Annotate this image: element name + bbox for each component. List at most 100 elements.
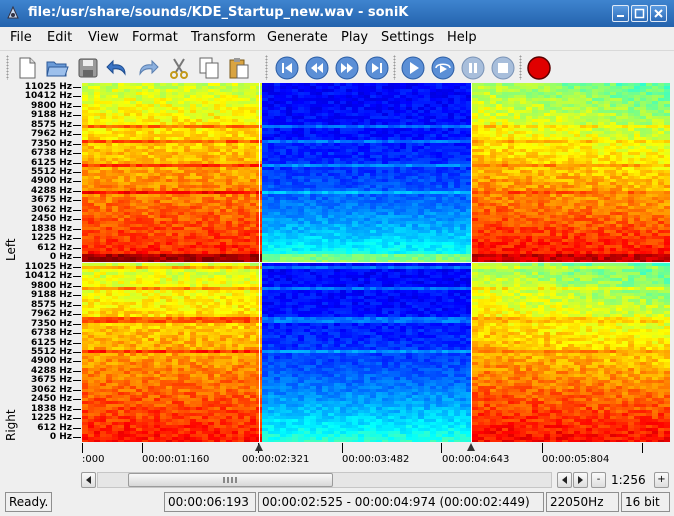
title-bar: file:/usr/share/sounds/KDE_Startup_new.w… bbox=[0, 0, 674, 27]
timeline-tick bbox=[642, 443, 643, 453]
arrow-right-icon bbox=[578, 476, 583, 484]
copy-button[interactable] bbox=[196, 55, 222, 81]
paste-button[interactable] bbox=[226, 55, 252, 81]
frequency-tick-mark bbox=[73, 257, 81, 258]
skip-to-start-button[interactable] bbox=[274, 55, 300, 81]
frequency-tick-mark bbox=[73, 172, 81, 173]
frequency-tick-mark bbox=[73, 219, 81, 221]
skip-to-start-icon bbox=[275, 56, 299, 80]
scroll-back-button[interactable] bbox=[557, 472, 572, 488]
maximize-icon bbox=[634, 8, 645, 19]
selection-boundary[interactable] bbox=[471, 263, 472, 442]
play-button[interactable] bbox=[400, 55, 426, 81]
frequency-tick-mark bbox=[73, 162, 81, 164]
zoom-level: 1:256 bbox=[611, 473, 646, 487]
frequency-tick-mark bbox=[73, 105, 81, 107]
save-icon bbox=[78, 58, 98, 78]
menu-settings[interactable]: Settings bbox=[381, 30, 434, 45]
timeline-label: 00:00:03:482 bbox=[342, 454, 410, 465]
zoom-in-button[interactable]: + bbox=[654, 472, 669, 488]
close-button[interactable] bbox=[650, 5, 667, 22]
timeline-tick bbox=[542, 443, 543, 453]
frequency-tick-mark bbox=[73, 238, 81, 240]
frequency-tick-mark bbox=[73, 389, 81, 391]
selection-boundary[interactable] bbox=[259, 263, 260, 442]
frequency-tick-mark bbox=[73, 295, 81, 297]
menu-help[interactable]: Help bbox=[447, 30, 477, 45]
spectrogram-area: Left Right 11025 Hz 10412 Hz 9800 Hz 9188 H… bbox=[0, 83, 674, 443]
toolbar-grip[interactable] bbox=[519, 55, 522, 80]
frequency-tick-mark bbox=[73, 323, 81, 325]
minimize-button[interactable] bbox=[612, 5, 629, 22]
spectrogram-right-channel[interactable] bbox=[82, 263, 670, 442]
menu-view[interactable]: View bbox=[88, 30, 119, 45]
undo-icon bbox=[106, 59, 126, 76]
skip-to-end-button[interactable] bbox=[364, 55, 390, 81]
open-button[interactable] bbox=[44, 55, 70, 81]
timeline-label: 00:00:02:321 bbox=[242, 454, 310, 465]
frequency-tick-label: 6738 Hz bbox=[31, 148, 72, 159]
undo-button[interactable] bbox=[104, 55, 130, 81]
play-loop-icon bbox=[431, 56, 455, 80]
pause-button[interactable] bbox=[460, 55, 486, 81]
frequency-tick-mark bbox=[73, 399, 81, 401]
rewind-button[interactable] bbox=[304, 55, 330, 81]
menu-play[interactable]: Play bbox=[341, 30, 368, 45]
maximize-button[interactable] bbox=[631, 5, 648, 22]
skip-to-end-icon bbox=[365, 56, 389, 80]
status-length: 00:00:06:193 bbox=[164, 492, 256, 512]
zoom-out-button[interactable]: - bbox=[591, 472, 606, 488]
record-button[interactable] bbox=[526, 55, 552, 81]
toolbar-grip[interactable] bbox=[393, 55, 396, 80]
toolbar-grip[interactable] bbox=[265, 55, 268, 80]
frequency-tick-label: 0 Hz bbox=[49, 252, 72, 262]
window-title: file:/usr/share/sounds/KDE_Startup_new.w… bbox=[28, 5, 409, 20]
frequency-tick-label: 7962 Hz bbox=[31, 309, 72, 320]
menu-file[interactable]: File bbox=[10, 30, 32, 45]
frequency-tick-mark bbox=[73, 276, 81, 278]
frequency-tick-label: 9188 Hz bbox=[31, 290, 72, 301]
scrollbar-thumb[interactable] bbox=[128, 473, 333, 487]
selection-marker[interactable] bbox=[255, 443, 263, 451]
menu-transform[interactable]: Transform bbox=[191, 30, 256, 45]
scroll-forward-button[interactable] bbox=[573, 472, 588, 488]
frequency-tick-mark bbox=[73, 437, 81, 438]
frequency-tick-mark bbox=[73, 143, 81, 145]
frequency-tick-mark bbox=[73, 153, 81, 155]
fast-forward-button[interactable] bbox=[334, 55, 360, 81]
scroll-zoom-row: - 1:256 + bbox=[0, 470, 674, 490]
play-icon bbox=[401, 56, 425, 80]
status-sample-rate: 22050Hz bbox=[546, 492, 619, 512]
selection-marker[interactable] bbox=[467, 443, 475, 451]
frequency-tick-mark bbox=[73, 181, 81, 183]
save-button[interactable] bbox=[75, 55, 101, 81]
redo-button[interactable] bbox=[135, 55, 161, 81]
play-loop-button[interactable] bbox=[430, 55, 456, 81]
menu-format[interactable]: Format bbox=[132, 30, 178, 45]
cut-button[interactable] bbox=[166, 55, 192, 81]
frequency-tick-label: 3675 Hz bbox=[31, 195, 72, 206]
menu-bar: File Edit View Format Transform Generate… bbox=[0, 27, 674, 49]
timeline-ruler[interactable]: :000 00:00:01:160 00:00:02:321 00:00:03:482… bbox=[82, 443, 670, 468]
horizontal-scrollbar[interactable] bbox=[97, 472, 552, 488]
menu-generate[interactable]: Generate bbox=[267, 30, 328, 45]
paste-icon bbox=[229, 58, 249, 79]
frequency-tick-mark bbox=[73, 352, 81, 353]
frequency-tick-mark bbox=[73, 427, 81, 429]
toolbar-grip[interactable] bbox=[6, 55, 9, 80]
stop-button[interactable] bbox=[490, 55, 516, 81]
minimize-icon bbox=[617, 15, 624, 17]
redo-icon bbox=[139, 59, 159, 76]
selection-boundary[interactable] bbox=[259, 83, 260, 262]
new-button[interactable] bbox=[14, 55, 40, 81]
frequency-tick-mark bbox=[73, 228, 81, 230]
timeline-tick bbox=[82, 443, 83, 453]
menu-edit[interactable]: Edit bbox=[47, 30, 72, 45]
frequency-tick-mark bbox=[73, 190, 81, 192]
spectrogram-left-channel[interactable] bbox=[82, 83, 670, 262]
selection-boundary[interactable] bbox=[471, 83, 472, 262]
frequency-tick-mark bbox=[73, 267, 81, 268]
scroll-left-button[interactable] bbox=[81, 472, 96, 488]
frequency-tick-label: 6738 Hz bbox=[31, 328, 72, 339]
frequency-tick-mark bbox=[73, 408, 81, 410]
